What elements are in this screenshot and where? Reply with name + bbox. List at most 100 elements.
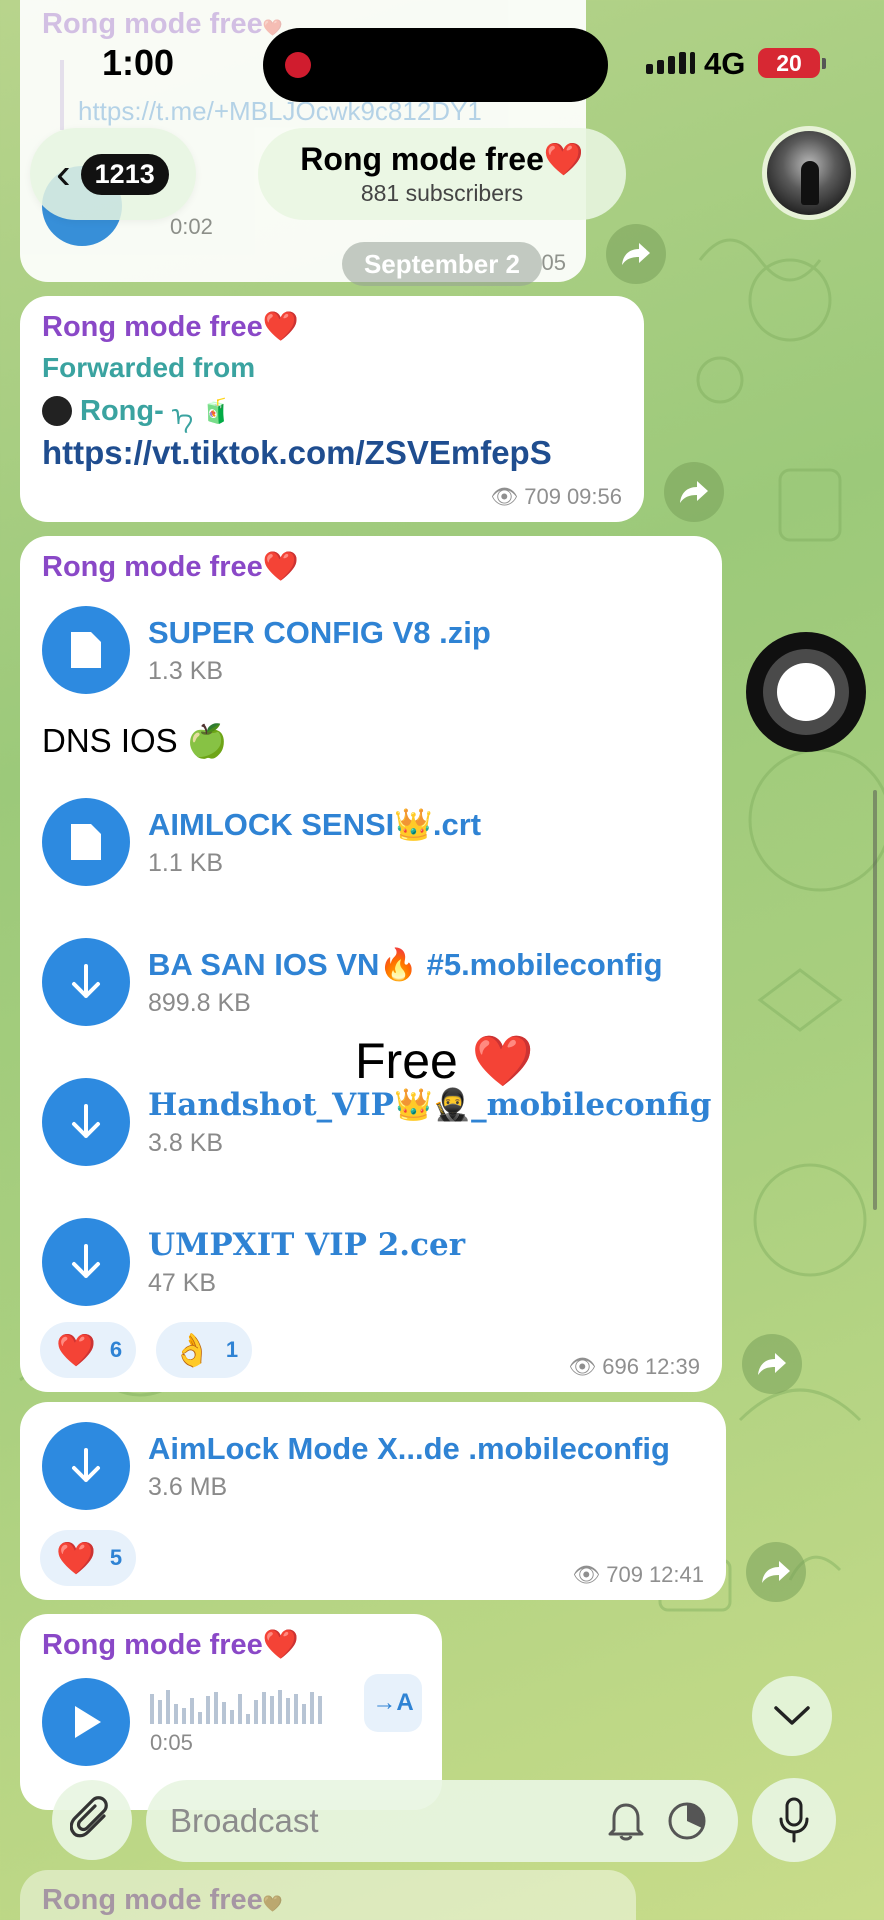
file-item[interactable]: AIMLOCK SENSI👑.crt 1.1 KB	[42, 798, 481, 886]
document-icon	[42, 606, 130, 694]
file-size: 899.8 KB	[148, 989, 251, 1017]
voice-duration: 0:05	[150, 1730, 193, 1755]
share-arrow-icon	[762, 1561, 790, 1583]
heart-emoji: ❤️	[262, 551, 299, 583]
message-bubble-partial-bottom[interactable]: Rong mode free🤎	[20, 1870, 636, 1920]
message-sender: Rong mode free	[42, 551, 263, 583]
eye-icon: 👁	[568, 1354, 597, 1379]
chevron-down-icon	[774, 1706, 810, 1725]
file-name: UMPXIT VIP 2.cer	[148, 1226, 466, 1263]
download-icon	[42, 1218, 130, 1306]
reaction-heart[interactable]: ❤️ 5	[40, 1530, 137, 1586]
battery-icon: 20	[758, 48, 820, 78]
channel-title: Rong mode free❤️	[300, 141, 584, 177]
voice-waveform[interactable]	[150, 1686, 340, 1726]
file-item[interactable]: SUPER CONFIG V8 .zip 1.3 KB	[42, 606, 491, 694]
reaction-count: 6	[109, 1337, 123, 1362]
drink-emoji: 🧃	[201, 397, 232, 425]
share-button[interactable]	[606, 224, 666, 284]
transcribe-button[interactable]: →A	[364, 1674, 422, 1732]
channel-avatar[interactable]	[762, 126, 856, 220]
forward-source-suffix: ᡝ	[171, 402, 194, 432]
message-meta: 👁 709 12:41	[572, 1562, 704, 1588]
message-bubble-aimlock[interactable]: AimLock Mode X...de .mobileconfig 3.6 MB…	[20, 1402, 726, 1600]
paperclip-icon	[70, 1796, 108, 1838]
message-sender: Rong mode free	[42, 1629, 263, 1661]
brown-heart-emoji: 🤎	[262, 1896, 283, 1913]
file-name: SUPER CONFIG V8 .zip	[148, 614, 491, 650]
message-meta: 👁 709 09:56	[490, 484, 622, 510]
play-button[interactable]	[42, 1678, 130, 1766]
voice-duration: 0:02	[170, 214, 213, 239]
tiktok-link[interactable]: https://vt.tiktok.com/ZSVEmfepS	[42, 434, 552, 472]
heart-emoji: ❤️	[471, 1033, 534, 1089]
message-time: 12:39	[644, 1354, 700, 1379]
input-placeholder: Broadcast	[170, 1802, 319, 1839]
view-count: 709	[606, 1562, 643, 1587]
unread-count-badge: 1213	[80, 153, 169, 195]
status-bar: 1:00 4G 20	[0, 0, 884, 120]
heart-emoji: ❤️	[543, 141, 584, 177]
reaction-count: 5	[109, 1545, 123, 1570]
back-button[interactable]: ‹ 1213	[30, 128, 196, 220]
message-bubble-link[interactable]: Rong mode free❤️ Forwarded from Rong- ᡝ …	[20, 296, 644, 522]
bell-icon[interactable]	[606, 1800, 646, 1842]
file-item[interactable]: BA SAN IOS VN🔥 #5.mobileconfig 899.8 KB	[42, 938, 663, 1026]
message-input[interactable]: Broadcast	[146, 1780, 738, 1862]
file-name: AimLock Mode X...de .mobileconfig	[148, 1430, 670, 1466]
file-name: Handshot_VIP👑🥷_mobileconfig	[148, 1087, 712, 1123]
eye-icon: 👁	[490, 484, 519, 509]
forward-source[interactable]: Rong- ᡝ 🧃	[42, 388, 231, 434]
play-icon	[75, 1706, 101, 1738]
share-button[interactable]	[742, 1334, 802, 1394]
attach-button[interactable]	[52, 1780, 132, 1860]
dynamic-island	[263, 28, 608, 102]
download-icon	[42, 1078, 130, 1166]
file-item[interactable]: AimLock Mode X...de .mobileconfig 3.6 MB	[42, 1422, 670, 1510]
forward-source-name: Rong-	[80, 394, 164, 427]
microphone-button[interactable]	[752, 1778, 836, 1862]
share-arrow-icon	[622, 243, 650, 265]
date-separator: September 2	[342, 242, 542, 286]
share-button[interactable]	[746, 1542, 806, 1602]
message-caption: DNS IOS 🍏	[42, 722, 228, 759]
channel-title-pill[interactable]: Rong mode free❤️ 881 subscribers	[258, 128, 626, 220]
file-size: 3.8 KB	[148, 1129, 224, 1157]
document-icon	[42, 798, 130, 886]
share-arrow-icon	[758, 1353, 786, 1375]
file-size: 3.6 MB	[148, 1472, 228, 1501]
microphone-icon	[779, 1797, 809, 1843]
message-time: 09:56	[566, 484, 622, 509]
download-icon	[42, 938, 130, 1026]
channel-subscribers: 881 subscribers	[360, 180, 524, 206]
chevron-left-icon: ‹	[56, 149, 71, 198]
share-arrow-icon	[680, 481, 708, 503]
heart-emoji: ❤️	[56, 1332, 96, 1368]
message-sender: Rong mode free	[42, 311, 263, 343]
view-count: 709	[524, 484, 561, 509]
reaction-heart[interactable]: ❤️ 6	[40, 1322, 137, 1378]
message-time: 05	[541, 250, 566, 275]
recording-indicator	[285, 52, 311, 78]
file-item[interactable]: Handshot_VIP👑🥷_mobileconfig 3.8 KB	[42, 1078, 711, 1166]
heart-emoji: ❤️	[262, 1629, 299, 1661]
share-button[interactable]	[664, 462, 724, 522]
file-name: AIMLOCK SENSI👑.crt	[148, 807, 482, 842]
scroll-indicator[interactable]	[873, 790, 877, 1210]
eye-icon: 👁	[572, 1562, 601, 1587]
file-item[interactable]: UMPXIT VIP 2.cer 47 KB	[42, 1218, 465, 1306]
self-destruct-timer-icon[interactable]	[666, 1800, 708, 1842]
message-bubble-files[interactable]: Rong mode free❤️ SUPER CONFIG V8 .zip 1.…	[20, 536, 722, 1392]
reaction-count: 1	[225, 1337, 239, 1362]
network-type: 4G	[704, 46, 746, 81]
scroll-down-button[interactable]	[752, 1676, 832, 1756]
signal-icon	[646, 52, 695, 74]
forward-source-avatar	[42, 396, 72, 426]
forwarded-label: Forwarded from	[42, 352, 256, 383]
file-size: 1.3 KB	[148, 656, 224, 685]
message-meta: 👁 696 12:39	[568, 1354, 700, 1380]
file-size: 47 KB	[148, 1268, 217, 1297]
file-size: 1.1 KB	[148, 849, 224, 877]
reaction-ok[interactable]: 👌 1	[156, 1322, 253, 1378]
assistive-touch-button[interactable]	[746, 632, 866, 752]
